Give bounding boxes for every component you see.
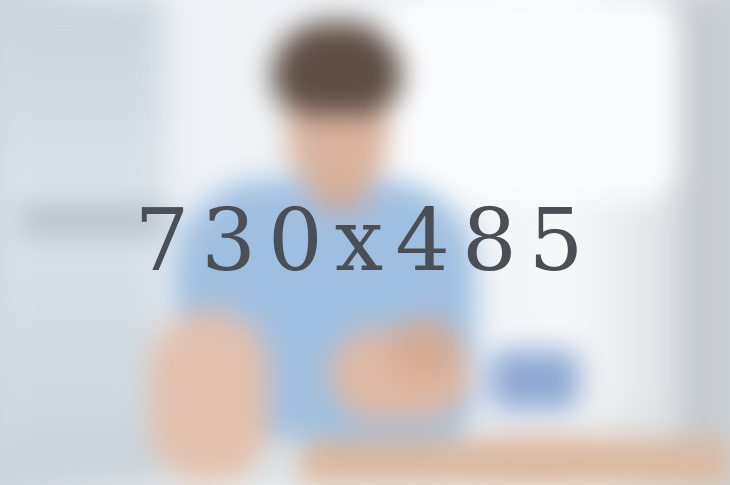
- handheld-device: [490, 350, 580, 410]
- window-light: [380, 0, 680, 200]
- person-hair: [272, 22, 402, 114]
- person-left-arm: [150, 310, 270, 485]
- person-hand: [390, 320, 460, 380]
- desk-edge: [300, 440, 730, 485]
- placeholder-image: 730x485: [0, 0, 730, 485]
- dimension-label: 730x485: [134, 191, 596, 291]
